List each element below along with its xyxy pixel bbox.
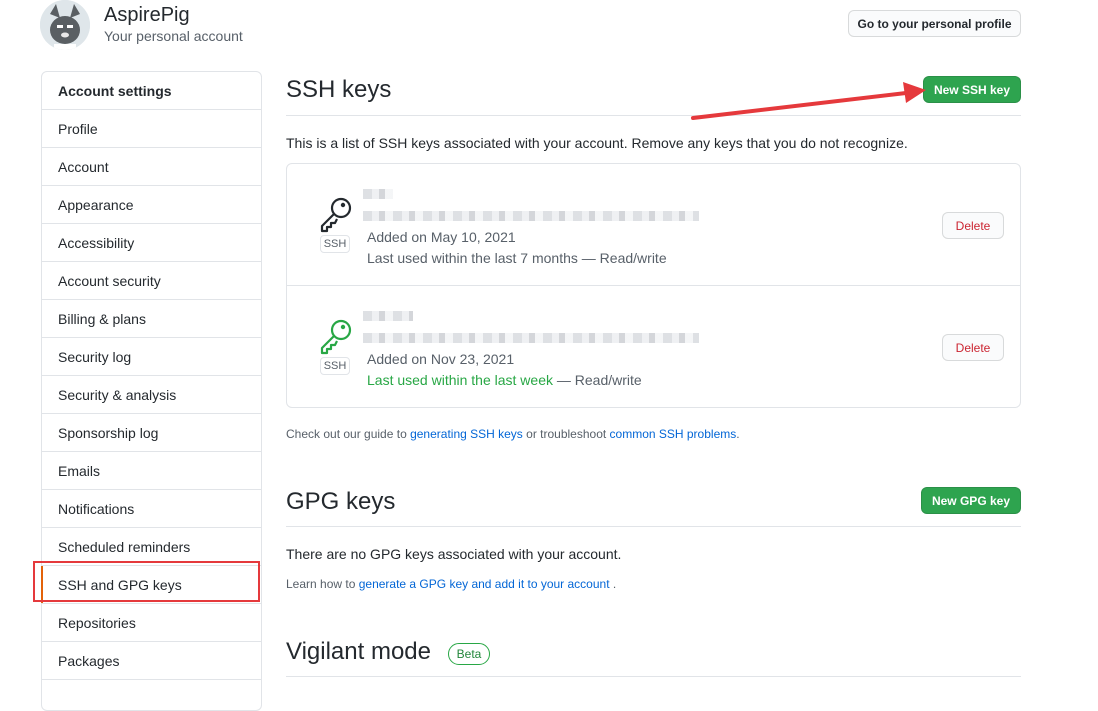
sidebar-item-repositories[interactable]: Repositories bbox=[42, 604, 261, 642]
gpg-divider bbox=[286, 526, 1021, 527]
key-added-date: Added on May 10, 2021 bbox=[367, 229, 516, 245]
ssh-keys-title: SSH keys bbox=[286, 76, 392, 103]
personal-profile-button[interactable]: Go to your personal profile bbox=[848, 10, 1021, 37]
sidebar-item-account-security[interactable]: Account security bbox=[42, 262, 261, 300]
generate-gpg-key-link[interactable]: generate a GPG key and add it to your ac… bbox=[359, 577, 610, 591]
key-icon bbox=[320, 319, 352, 355]
ssh-description: This is a list of SSH keys associated wi… bbox=[286, 135, 908, 151]
gpg-learn-text: Learn how to generate a GPG key and add … bbox=[286, 577, 617, 591]
gpg-empty-text: There are no GPG keys associated with yo… bbox=[286, 546, 622, 562]
beta-badge: Beta bbox=[448, 643, 490, 665]
annotation-highlight-box bbox=[33, 561, 260, 602]
sidebar-item-appearance[interactable]: Appearance bbox=[42, 186, 261, 224]
sidebar-item-security-log[interactable]: Security log bbox=[42, 338, 261, 376]
ssh-badge: SSH bbox=[320, 357, 350, 375]
ssh-badge: SSH bbox=[320, 235, 350, 253]
sidebar-item-profile[interactable]: Profile bbox=[42, 110, 261, 148]
generating-ssh-keys-link[interactable]: generating SSH keys bbox=[410, 427, 523, 441]
ssh-keys-list: SSH Added on May 10, 2021 Last used with… bbox=[286, 163, 1021, 408]
account-name: AspirePig bbox=[104, 4, 190, 26]
sidebar-item-accessibility[interactable]: Accessibility bbox=[42, 224, 261, 262]
sidebar-item-packages[interactable]: Packages bbox=[42, 642, 261, 680]
delete-key-button[interactable]: Delete bbox=[942, 334, 1004, 361]
sidebar-item-security-analysis[interactable]: Security & analysis bbox=[42, 376, 261, 414]
redacted-key-title bbox=[363, 311, 413, 321]
redacted-fingerprint bbox=[363, 211, 699, 221]
vigilant-divider bbox=[286, 676, 1021, 677]
key-last-used: Last used within the last 7 months — Rea… bbox=[367, 250, 667, 266]
avatar[interactable] bbox=[40, 0, 90, 50]
settings-sidebar: Account settings Profile Account Appeara… bbox=[41, 71, 262, 711]
gpg-keys-title: GPG keys bbox=[286, 488, 396, 515]
key-last-used: Last used within the last week — Read/wr… bbox=[367, 372, 642, 388]
sidebar-item-notifications[interactable]: Notifications bbox=[42, 490, 261, 528]
sidebar-item-sponsorship-log[interactable]: Sponsorship log bbox=[42, 414, 261, 452]
ssh-key-row: SSH Added on May 10, 2021 Last used with… bbox=[287, 164, 1020, 286]
common-ssh-problems-link[interactable]: common SSH problems bbox=[610, 427, 737, 441]
ssh-guide-text: Check out our guide to generating SSH ke… bbox=[286, 427, 740, 441]
key-added-date: Added on Nov 23, 2021 bbox=[367, 351, 515, 367]
vigilant-mode-title: Vigilant mode bbox=[286, 638, 431, 665]
sidebar-item-emails[interactable]: Emails bbox=[42, 452, 261, 490]
redacted-key-title bbox=[363, 189, 393, 199]
sidebar-item-account[interactable]: Account bbox=[42, 148, 261, 186]
new-ssh-key-button[interactable]: New SSH key bbox=[923, 76, 1021, 103]
account-subtitle: Your personal account bbox=[104, 28, 243, 44]
ssh-key-row: SSH Added on Nov 23, 2021 Last used with… bbox=[287, 286, 1020, 408]
key-icon bbox=[320, 197, 352, 233]
redacted-fingerprint bbox=[363, 333, 699, 343]
sidebar-header: Account settings bbox=[42, 72, 261, 110]
ssh-divider bbox=[286, 115, 1021, 116]
delete-key-button[interactable]: Delete bbox=[942, 212, 1004, 239]
new-gpg-key-button[interactable]: New GPG key bbox=[921, 487, 1021, 514]
sidebar-item-billing[interactable]: Billing & plans bbox=[42, 300, 261, 338]
